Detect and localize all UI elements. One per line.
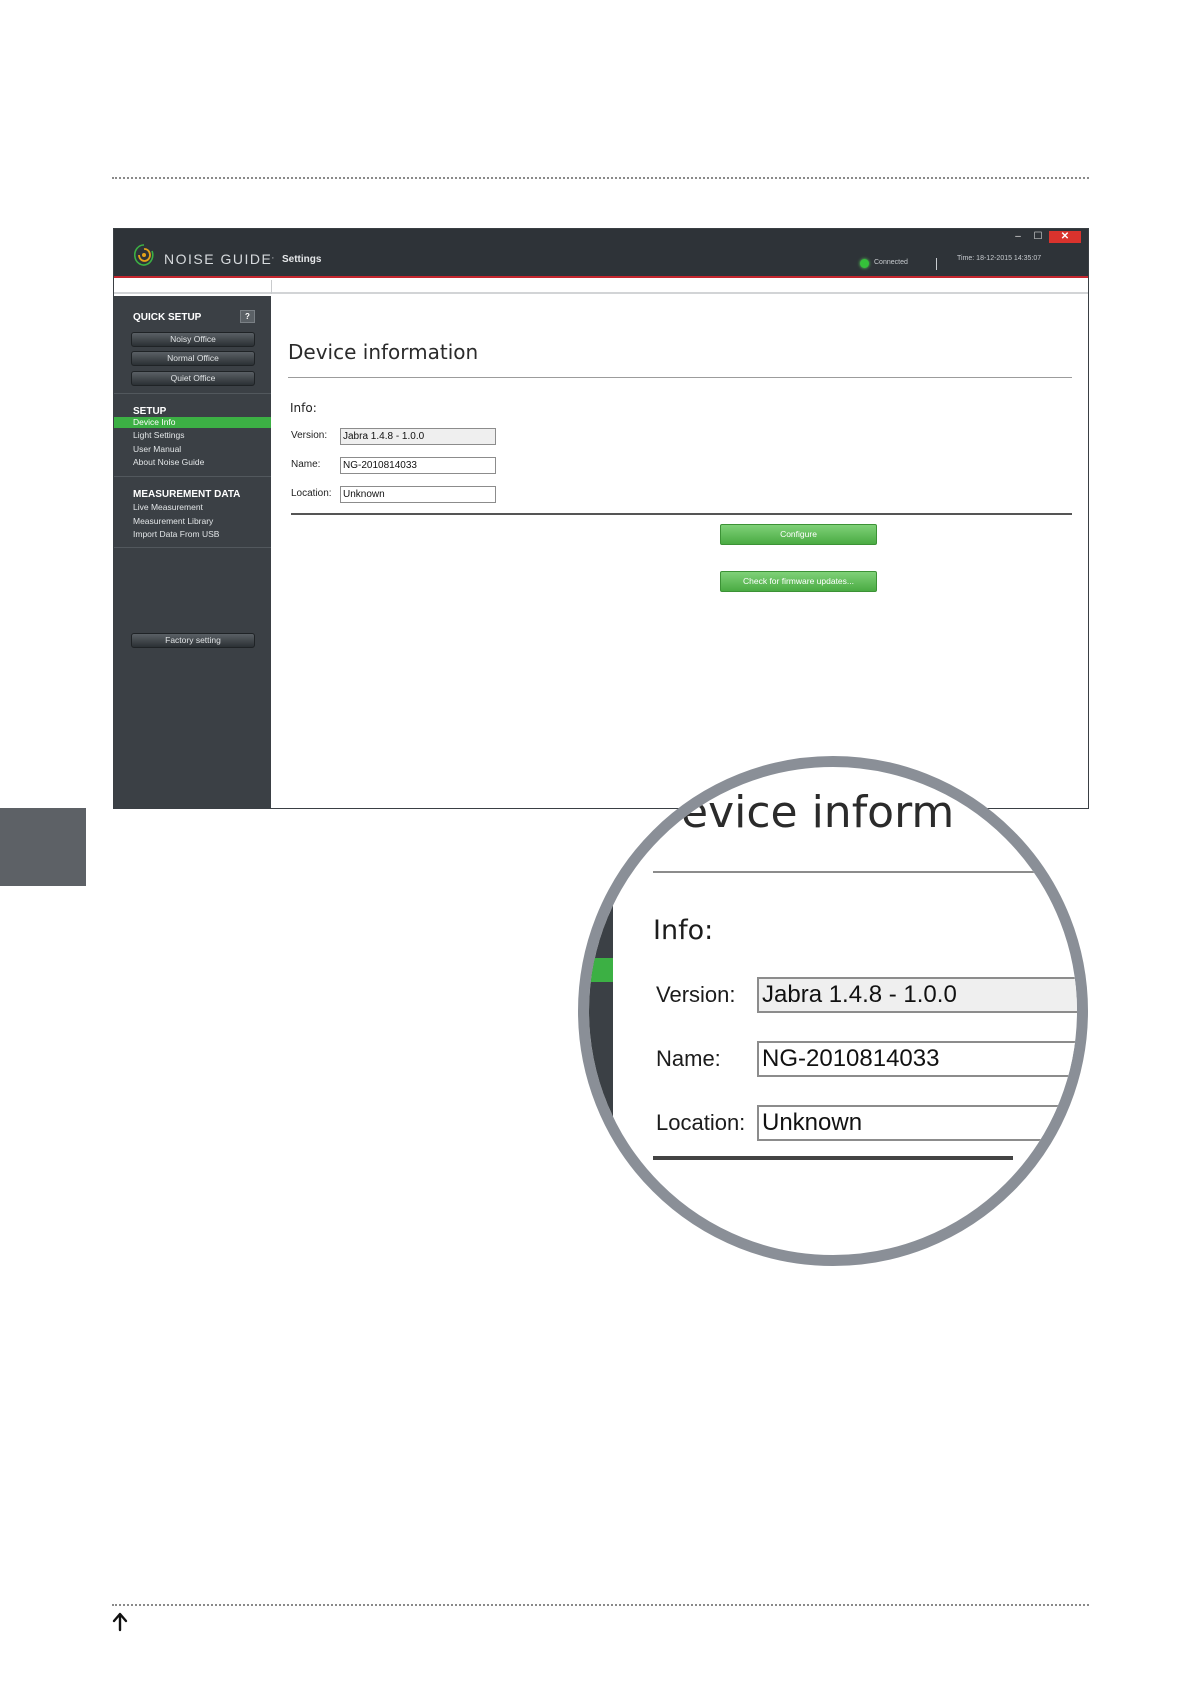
brand-separator: · bbox=[271, 252, 275, 264]
magnified-name-label: Name: bbox=[656, 1046, 721, 1071]
page-top-rule bbox=[112, 177, 1089, 179]
magnified-title: evice inform bbox=[681, 787, 955, 838]
main-content: Device information Info: Version: Jabra … bbox=[271, 296, 1088, 808]
configure-button[interactable]: Configure bbox=[720, 524, 877, 545]
magnified-location-label: Location: bbox=[656, 1110, 746, 1135]
sub-toolbar-tab bbox=[114, 280, 272, 294]
version-field: Jabra 1.4.8 - 1.0.0 bbox=[340, 428, 496, 445]
magnified-version-label: Version: bbox=[656, 982, 736, 1007]
normal-office-button[interactable]: Normal Office bbox=[131, 351, 255, 366]
setup-heading: SETUP bbox=[133, 406, 167, 417]
magnified-sidebar bbox=[589, 767, 613, 1255]
zoom-magnifier: evice inform Info: Version: Jabra 1.4.8 … bbox=[578, 756, 1088, 1266]
quick-setup-heading: QUICK SETUP bbox=[133, 312, 202, 323]
name-label: Name: bbox=[291, 459, 321, 470]
name-field[interactable]: NG-2010814033 bbox=[340, 457, 496, 474]
minimize-button[interactable]: – bbox=[1010, 231, 1026, 243]
magnified-form-divider bbox=[653, 1156, 1013, 1160]
sidebar-divider bbox=[114, 476, 271, 477]
sidebar-item-light-settings[interactable]: Light Settings bbox=[133, 430, 185, 440]
location-label: Location: bbox=[291, 488, 332, 499]
close-button[interactable]: ✕ bbox=[1049, 231, 1081, 243]
maximize-button[interactable]: ☐ bbox=[1030, 231, 1046, 243]
noise-guide-logo-icon bbox=[134, 244, 154, 266]
sidebar-item-user-manual[interactable]: User Manual bbox=[133, 444, 181, 454]
magnified-title-divider bbox=[653, 871, 1077, 873]
title-divider bbox=[288, 377, 1072, 378]
firmware-update-button[interactable]: Check for firmware updates... bbox=[720, 571, 877, 592]
magnified-name-field: NG-2010814033 bbox=[757, 1041, 1077, 1077]
sidebar-divider bbox=[114, 393, 271, 394]
info-heading: Info: bbox=[290, 401, 317, 415]
quiet-office-button[interactable]: Quiet Office bbox=[131, 371, 255, 386]
status-divider bbox=[936, 258, 937, 270]
magnified-version-field: Jabra 1.4.8 - 1.0.0 bbox=[757, 977, 1077, 1013]
sidebar: QUICK SETUP ? Noisy Office Normal Office… bbox=[114, 296, 271, 808]
version-label: Version: bbox=[291, 430, 328, 441]
app-brand: NOISE GUIDE bbox=[164, 251, 273, 267]
connection-status-icon bbox=[860, 259, 869, 268]
magnified-active-item bbox=[589, 958, 613, 982]
measurement-data-heading: MEASUREMENT DATA bbox=[133, 489, 241, 500]
sub-toolbar bbox=[114, 280, 1088, 294]
clock-readout: Time: 18-12-2015 14:35:07 bbox=[957, 255, 1042, 262]
title-bar: NOISE GUIDE · Settings – ☐ ✕ Connected T… bbox=[114, 229, 1088, 278]
back-to-top-arrow-icon[interactable] bbox=[112, 1612, 128, 1632]
form-divider bbox=[291, 513, 1072, 515]
page-title: Device information bbox=[288, 340, 479, 364]
connection-status-text: Connected bbox=[874, 259, 908, 266]
sidebar-item-import-data[interactable]: Import Data From USB bbox=[133, 529, 219, 539]
current-page-label: Settings bbox=[282, 254, 322, 265]
factory-setting-button[interactable]: Factory setting bbox=[131, 633, 255, 648]
location-field[interactable]: Unknown bbox=[340, 486, 496, 503]
sidebar-item-about-noise-guide[interactable]: About Noise Guide bbox=[133, 457, 204, 467]
sidebar-item-device-info[interactable]: Device Info bbox=[114, 417, 271, 428]
magnified-info-heading: Info: bbox=[653, 915, 714, 946]
sidebar-item-measurement-library[interactable]: Measurement Library bbox=[133, 516, 213, 526]
help-button[interactable]: ? bbox=[240, 310, 255, 323]
app-window: NOISE GUIDE · Settings – ☐ ✕ Connected T… bbox=[113, 228, 1089, 809]
magnified-location-field: Unknown bbox=[757, 1105, 1077, 1141]
noisy-office-button[interactable]: Noisy Office bbox=[131, 332, 255, 347]
sidebar-item-live-measurement[interactable]: Live Measurement bbox=[133, 502, 203, 512]
sidebar-divider bbox=[114, 547, 271, 548]
page-side-tab bbox=[0, 808, 86, 886]
page-bottom-rule bbox=[112, 1604, 1089, 1606]
